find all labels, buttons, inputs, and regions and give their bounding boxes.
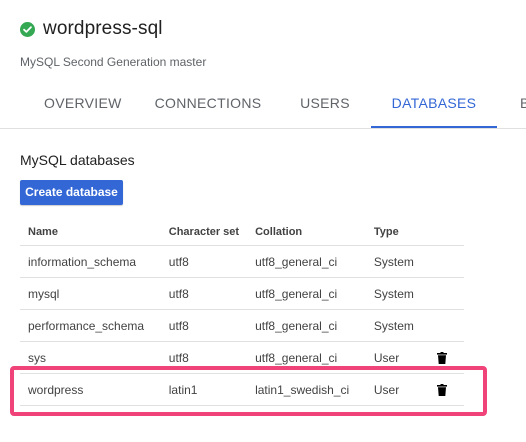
instance-header: wordpress-sql MySQL Second Generation ma…: [20, 18, 206, 69]
check-circle-icon: [20, 21, 35, 37]
database-collation: utf8_general_ci: [247, 245, 366, 278]
create-database-button[interactable]: Create database: [20, 180, 123, 205]
title-row: wordpress-sql: [20, 18, 206, 40]
row-actions-cell: [429, 309, 464, 342]
tab-backups-partial[interactable]: B: [512, 84, 526, 126]
delete-wordpress-trash-icon[interactable]: [437, 384, 448, 397]
database-charset: utf8: [160, 341, 248, 374]
table-row: information_schema utf8 utf8_general_ci …: [20, 245, 464, 278]
database-charset: latin1: [160, 373, 248, 406]
database-collation: utf8_general_ci: [247, 277, 366, 310]
database-charset: utf8: [160, 277, 248, 310]
tab-overview[interactable]: OVERVIEW: [20, 84, 136, 126]
column-header-character-set[interactable]: Character set: [160, 219, 248, 246]
row-actions-cell: [429, 277, 464, 310]
database-type: System: [365, 245, 430, 278]
tab-users[interactable]: USERS: [280, 84, 370, 126]
tab-connections[interactable]: CONNECTIONS: [136, 84, 280, 126]
table-row: wordpress latin1 latin1_swedish_ci User: [20, 373, 464, 406]
database-charset: utf8: [160, 245, 248, 278]
tab-databases[interactable]: DATABASES: [371, 84, 497, 128]
cloud-sql-instance-page: wordpress-sql MySQL Second Generation ma…: [0, 0, 526, 442]
table-row: mysql utf8 utf8_general_ci System: [20, 277, 464, 310]
row-actions-cell: [429, 341, 464, 374]
tab-bar: OVERVIEW CONNECTIONS USERS DATABASES B: [0, 84, 526, 129]
row-actions-cell: [429, 245, 464, 278]
column-header-name[interactable]: Name: [20, 219, 161, 246]
database-collation: latin1_swedish_ci: [247, 373, 366, 406]
database-name: information_schema: [20, 245, 161, 278]
database-collation: utf8_general_ci: [247, 341, 366, 374]
table-row: sys utf8 utf8_general_ci User: [20, 341, 464, 374]
database-name: performance_schema: [20, 309, 161, 342]
database-type: User: [365, 341, 430, 374]
database-name: sys: [20, 341, 161, 374]
section-title: MySQL databases: [20, 152, 135, 168]
databases-table: Name Character set Collation Type inform…: [20, 219, 464, 406]
database-charset: utf8: [160, 309, 248, 342]
column-header-actions: [429, 219, 464, 246]
database-name: wordpress: [20, 373, 161, 406]
column-header-type[interactable]: Type: [365, 219, 430, 246]
instance-title: wordpress-sql: [43, 18, 163, 39]
database-type: User: [365, 373, 430, 406]
row-actions-cell: [429, 373, 464, 406]
column-header-collation[interactable]: Collation: [247, 219, 366, 246]
database-collation: utf8_general_ci: [247, 309, 366, 342]
instance-subtitle: MySQL Second Generation master: [20, 55, 207, 69]
table-header-row: Name Character set Collation Type: [20, 219, 464, 246]
database-name: mysql: [20, 277, 161, 310]
delete-sys-trash-icon[interactable]: [437, 352, 448, 365]
table-row: performance_schema utf8 utf8_general_ci …: [20, 309, 464, 342]
database-type: System: [365, 277, 430, 310]
database-type: System: [365, 309, 430, 342]
